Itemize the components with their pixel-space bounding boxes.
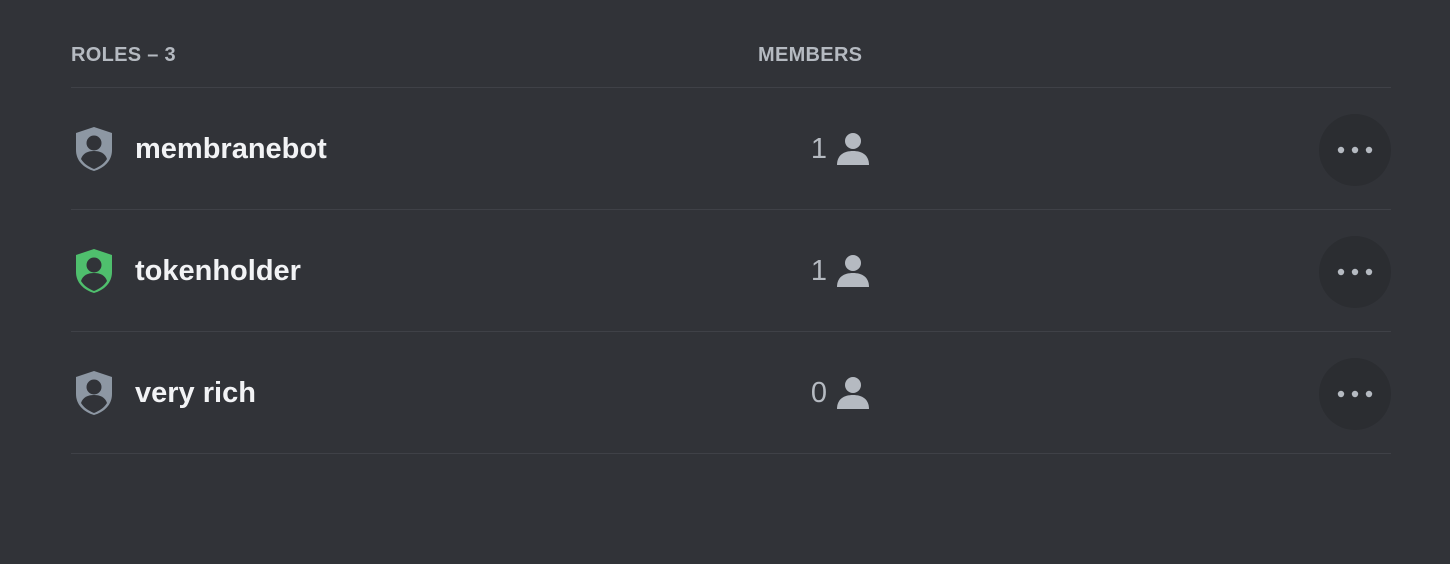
role-row-tokenholder[interactable]: tokenholder 1 (71, 210, 1391, 332)
shield-person-icon (76, 127, 112, 171)
shield-person-icon (76, 371, 112, 415)
member-count: 0 (810, 377, 827, 409)
more-options-button[interactable] (1319, 114, 1391, 186)
role-name: membranebot (135, 133, 327, 165)
shield-person-icon (76, 249, 112, 293)
member-count: 1 (810, 133, 827, 165)
roles-table: ROLES – 3 MEMBERS membranebot 1 tokenhol… (71, 0, 1391, 454)
roles-table-header: ROLES – 3 MEMBERS (71, 0, 1391, 88)
more-options-button[interactable] (1319, 236, 1391, 308)
member-count: 1 (810, 255, 827, 287)
ellipsis-icon (1337, 390, 1373, 398)
role-row-membranebot[interactable]: membranebot 1 (71, 88, 1391, 210)
ellipsis-icon (1337, 146, 1373, 154)
person-icon (837, 133, 869, 165)
ellipsis-icon (1337, 268, 1373, 276)
person-icon (837, 377, 869, 409)
more-options-button[interactable] (1319, 358, 1391, 430)
roles-panel: ROLES – 3 MEMBERS membranebot 1 tokenhol… (0, 0, 1450, 564)
roles-column-header: ROLES – 3 (71, 44, 176, 66)
role-name: tokenholder (135, 255, 301, 287)
person-icon (837, 255, 869, 287)
role-row-very-rich[interactable]: very rich 0 (71, 332, 1391, 454)
members-column-header: MEMBERS (758, 44, 863, 66)
role-name: very rich (135, 377, 256, 409)
